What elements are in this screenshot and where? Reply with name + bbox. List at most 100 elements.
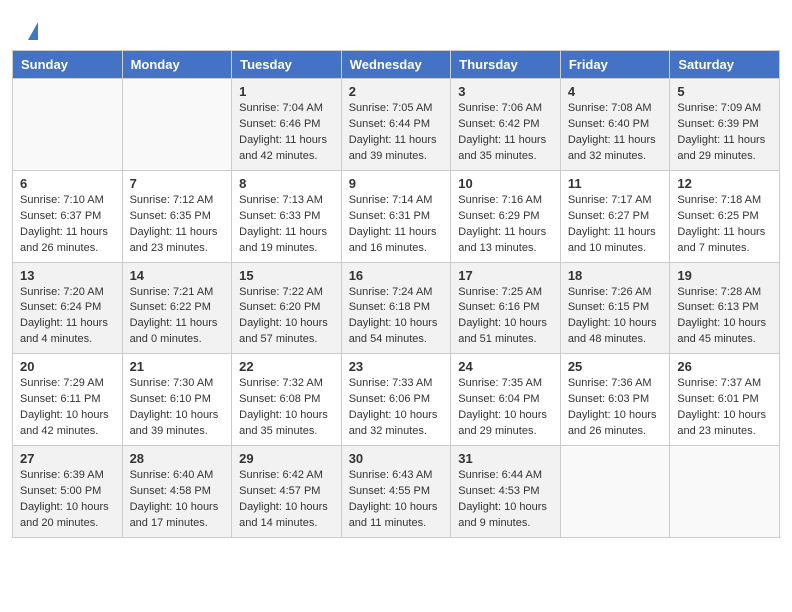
day-number: 5: [677, 84, 772, 99]
cell-content: Sunrise: 7:18 AM Sunset: 6:25 PM Dayligh…: [677, 193, 772, 257]
day-number: 25: [568, 359, 663, 374]
cell-content: Sunrise: 7:29 AM Sunset: 6:11 PM Dayligh…: [20, 376, 115, 440]
calendar-cell: 19 Sunrise: 7:28 AM Sunset: 6:13 PM Dayli…: [670, 262, 780, 354]
day-number: 1: [239, 84, 334, 99]
calendar-cell: 27 Sunrise: 6:39 AM Sunset: 5:00 PM Dayli…: [13, 446, 123, 538]
day-number: 20: [20, 359, 115, 374]
day-number: 11: [568, 176, 663, 191]
day-number: 15: [239, 268, 334, 283]
col-header-tuesday: Tuesday: [232, 51, 342, 79]
calendar-cell: 25 Sunrise: 7:36 AM Sunset: 6:03 PM Dayli…: [560, 354, 670, 446]
day-number: 16: [349, 268, 444, 283]
day-number: 23: [349, 359, 444, 374]
col-header-monday: Monday: [122, 51, 232, 79]
calendar-cell: 8 Sunrise: 7:13 AM Sunset: 6:33 PM Daylig…: [232, 170, 342, 262]
day-number: 18: [568, 268, 663, 283]
col-header-sunday: Sunday: [13, 51, 123, 79]
calendar-cell: [670, 446, 780, 538]
calendar-week-row: 20 Sunrise: 7:29 AM Sunset: 6:11 PM Dayli…: [13, 354, 780, 446]
page-header: [0, 0, 792, 50]
calendar-cell: 3 Sunrise: 7:06 AM Sunset: 6:42 PM Daylig…: [451, 79, 561, 171]
calendar-cell: 12 Sunrise: 7:18 AM Sunset: 6:25 PM Dayli…: [670, 170, 780, 262]
day-number: 6: [20, 176, 115, 191]
day-number: 29: [239, 451, 334, 466]
day-number: 12: [677, 176, 772, 191]
calendar-cell: 23 Sunrise: 7:33 AM Sunset: 6:06 PM Dayli…: [341, 354, 451, 446]
cell-content: Sunrise: 7:09 AM Sunset: 6:39 PM Dayligh…: [677, 101, 772, 165]
day-number: 8: [239, 176, 334, 191]
day-number: 4: [568, 84, 663, 99]
calendar-week-row: 27 Sunrise: 6:39 AM Sunset: 5:00 PM Dayli…: [13, 446, 780, 538]
calendar-cell: 1 Sunrise: 7:04 AM Sunset: 6:46 PM Daylig…: [232, 79, 342, 171]
col-header-thursday: Thursday: [451, 51, 561, 79]
day-number: 13: [20, 268, 115, 283]
day-number: 2: [349, 84, 444, 99]
calendar-cell: 4Sunrise: 7:08 AM Sunset: 6:40 PM Daylig…: [560, 79, 670, 171]
calendar-cell: 2 Sunrise: 7:05 AM Sunset: 6:44 PM Daylig…: [341, 79, 451, 171]
cell-content: Sunrise: 7:13 AM Sunset: 6:33 PM Dayligh…: [239, 193, 334, 257]
cell-content: Sunrise: 7:21 AM Sunset: 6:22 PM Dayligh…: [130, 285, 225, 349]
calendar-cell: 28Sunrise: 6:40 AM Sunset: 4:58 PM Dayli…: [122, 446, 232, 538]
calendar-cell: 14 Sunrise: 7:21 AM Sunset: 6:22 PM Dayli…: [122, 262, 232, 354]
cell-content: Sunrise: 7:32 AM Sunset: 6:08 PM Dayligh…: [239, 376, 334, 440]
cell-content: Sunrise: 7:33 AM Sunset: 6:06 PM Dayligh…: [349, 376, 444, 440]
calendar-cell: 18 Sunrise: 7:26 AM Sunset: 6:15 PM Dayli…: [560, 262, 670, 354]
calendar-cell: 6Sunrise: 7:10 AM Sunset: 6:37 PM Daylig…: [13, 170, 123, 262]
cell-content: Sunrise: 6:42 AM Sunset: 4:57 PM Dayligh…: [239, 468, 334, 532]
day-number: 22: [239, 359, 334, 374]
cell-content: Sunrise: 7:22 AM Sunset: 6:20 PM Dayligh…: [239, 285, 334, 349]
cell-content: Sunrise: 7:20 AM Sunset: 6:24 PM Dayligh…: [20, 285, 115, 349]
day-number: 31: [458, 451, 553, 466]
cell-content: Sunrise: 7:17 AM Sunset: 6:27 PM Dayligh…: [568, 193, 663, 257]
logo-triangle-icon: [28, 22, 38, 40]
day-number: 10: [458, 176, 553, 191]
calendar-table: SundayMondayTuesdayWednesdayThursdayFrid…: [12, 50, 780, 538]
calendar-header-row: SundayMondayTuesdayWednesdayThursdayFrid…: [13, 51, 780, 79]
cell-content: Sunrise: 7:12 AM Sunset: 6:35 PM Dayligh…: [130, 193, 225, 257]
day-number: 27: [20, 451, 115, 466]
day-number: 7: [130, 176, 225, 191]
cell-content: Sunrise: 7:05 AM Sunset: 6:44 PM Dayligh…: [349, 101, 444, 165]
calendar-cell: 26Sunrise: 7:37 AM Sunset: 6:01 PM Dayli…: [670, 354, 780, 446]
cell-content: Sunrise: 7:28 AM Sunset: 6:13 PM Dayligh…: [677, 285, 772, 349]
cell-content: Sunrise: 6:39 AM Sunset: 5:00 PM Dayligh…: [20, 468, 115, 532]
day-number: 30: [349, 451, 444, 466]
cell-content: Sunrise: 7:25 AM Sunset: 6:16 PM Dayligh…: [458, 285, 553, 349]
cell-content: Sunrise: 7:36 AM Sunset: 6:03 PM Dayligh…: [568, 376, 663, 440]
calendar-cell: 31 Sunrise: 6:44 AM Sunset: 4:53 PM Dayli…: [451, 446, 561, 538]
calendar-cell: [13, 79, 123, 171]
day-number: 3: [458, 84, 553, 99]
col-header-wednesday: Wednesday: [341, 51, 451, 79]
calendar-cell: 7 Sunrise: 7:12 AM Sunset: 6:35 PM Daylig…: [122, 170, 232, 262]
cell-content: Sunrise: 7:30 AM Sunset: 6:10 PM Dayligh…: [130, 376, 225, 440]
day-number: 14: [130, 268, 225, 283]
cell-content: Sunrise: 6:43 AM Sunset: 4:55 PM Dayligh…: [349, 468, 444, 532]
cell-content: Sunrise: 6:40 AM Sunset: 4:58 PM Dayligh…: [130, 468, 225, 532]
calendar-cell: 30 Sunrise: 6:43 AM Sunset: 4:55 PM Dayli…: [341, 446, 451, 538]
day-number: 17: [458, 268, 553, 283]
calendar-cell: [560, 446, 670, 538]
calendar-cell: 15 Sunrise: 7:22 AM Sunset: 6:20 PM Dayli…: [232, 262, 342, 354]
calendar-wrapper: SundayMondayTuesdayWednesdayThursdayFrid…: [0, 50, 792, 550]
calendar-cell: 9 Sunrise: 7:14 AM Sunset: 6:31 PM Daylig…: [341, 170, 451, 262]
cell-content: Sunrise: 7:04 AM Sunset: 6:46 PM Dayligh…: [239, 101, 334, 165]
col-header-saturday: Saturday: [670, 51, 780, 79]
calendar-cell: 20 Sunrise: 7:29 AM Sunset: 6:11 PM Dayli…: [13, 354, 123, 446]
day-number: 24: [458, 359, 553, 374]
day-number: 19: [677, 268, 772, 283]
calendar-cell: 10Sunrise: 7:16 AM Sunset: 6:29 PM Dayli…: [451, 170, 561, 262]
cell-content: Sunrise: 7:14 AM Sunset: 6:31 PM Dayligh…: [349, 193, 444, 257]
cell-content: Sunrise: 7:37 AM Sunset: 6:01 PM Dayligh…: [677, 376, 772, 440]
cell-content: Sunrise: 7:26 AM Sunset: 6:15 PM Dayligh…: [568, 285, 663, 349]
cell-content: Sunrise: 7:24 AM Sunset: 6:18 PM Dayligh…: [349, 285, 444, 349]
calendar-cell: 17 Sunrise: 7:25 AM Sunset: 6:16 PM Dayli…: [451, 262, 561, 354]
calendar-cell: 21Sunrise: 7:30 AM Sunset: 6:10 PM Dayli…: [122, 354, 232, 446]
cell-content: Sunrise: 6:44 AM Sunset: 4:53 PM Dayligh…: [458, 468, 553, 532]
calendar-cell: 24Sunrise: 7:35 AM Sunset: 6:04 PM Dayli…: [451, 354, 561, 446]
cell-content: Sunrise: 7:06 AM Sunset: 6:42 PM Dayligh…: [458, 101, 553, 165]
calendar-cell: 16 Sunrise: 7:24 AM Sunset: 6:18 PM Dayli…: [341, 262, 451, 354]
day-number: 9: [349, 176, 444, 191]
calendar-cell: 13 Sunrise: 7:20 AM Sunset: 6:24 PM Dayli…: [13, 262, 123, 354]
calendar-cell: 11 Sunrise: 7:17 AM Sunset: 6:27 PM Dayli…: [560, 170, 670, 262]
calendar-week-row: 1 Sunrise: 7:04 AM Sunset: 6:46 PM Daylig…: [13, 79, 780, 171]
